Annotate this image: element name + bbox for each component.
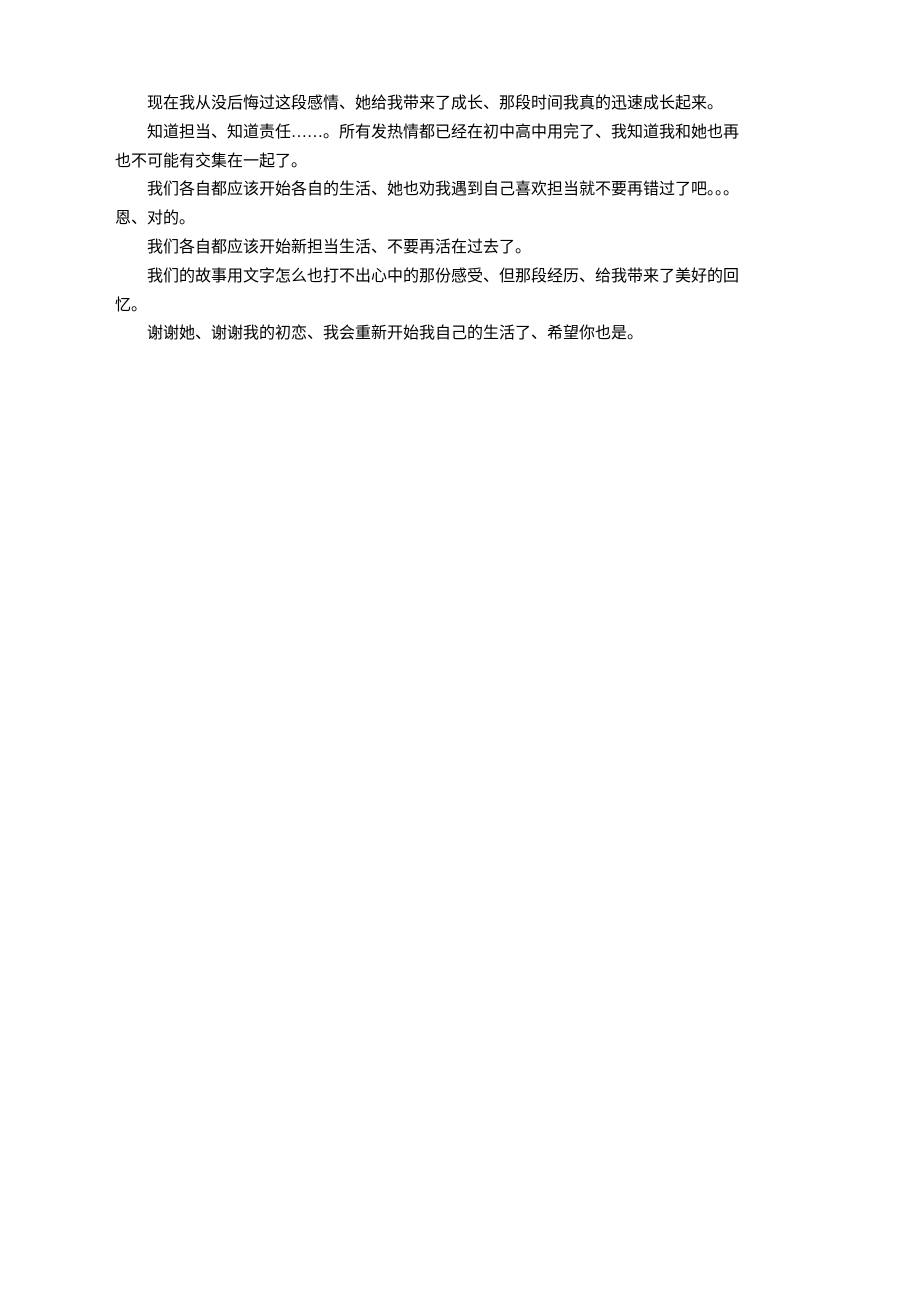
paragraph-line: 恩、对的。: [115, 205, 805, 234]
paragraph-line: 忆。: [115, 292, 805, 321]
paragraph-line: 也不可能有交集在一起了。: [115, 148, 805, 177]
paragraph-line: 我们各自都应该开始新担当生活、不要再活在过去了。: [115, 234, 805, 263]
paragraph-line: 我们各自都应该开始各自的生活、她也劝我遇到自己喜欢担当就不要再错过了吧。。。: [115, 176, 805, 205]
paragraph-line: 我们的故事用文字怎么也打不出心中的那份感受、但那段经历、给我带来了美好的回: [115, 263, 805, 292]
document-content: 现在我从没后悔过这段感情、她给我带来了成长、那段时间我真的迅速成长起来。 知道担…: [115, 90, 805, 349]
paragraph-line: 谢谢她、谢谢我的初恋、我会重新开始我自己的生活了、希望你也是。: [115, 320, 805, 349]
paragraph-line: 知道担当、知道责任……。所有发热情都已经在初中高中用完了、我知道我和她也再: [115, 119, 805, 148]
paragraph-line: 现在我从没后悔过这段感情、她给我带来了成长、那段时间我真的迅速成长起来。: [115, 90, 805, 119]
